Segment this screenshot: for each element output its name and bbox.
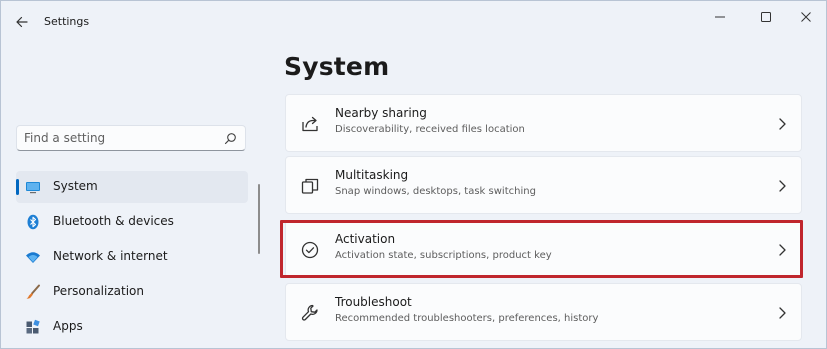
search-icon[interactable] [224,132,237,145]
close-button[interactable] [791,8,821,26]
selection-indicator [16,179,19,195]
card-title: Multitasking [335,168,409,182]
close-icon [801,12,811,22]
paintbrush-icon [26,284,40,299]
card-subtitle: Activation state, subscriptions, product… [335,250,552,261]
card-troubleshoot[interactable]: Troubleshoot Recommended troubleshooters… [285,283,802,341]
bluetooth-icon [27,214,39,230]
card-subtitle: Snap windows, desktops, task switching [335,186,536,197]
wifi-icon [26,252,40,263]
chevron-right-icon [779,244,786,256]
maximize-button[interactable] [751,8,781,26]
card-title: Troubleshoot [335,295,412,309]
search-input[interactable] [24,130,214,146]
sidebar-item-label: Apps [53,319,83,333]
sidebar-item-label: Network & internet [53,249,168,263]
chevron-right-icon [779,118,786,130]
page-title: System [284,52,390,81]
card-title: Activation [335,232,396,246]
sidebar-item-apps[interactable]: Apps [16,311,248,343]
chevron-right-icon [779,180,786,192]
sidebar-item-bluetooth[interactable]: Bluetooth & devices [16,206,248,238]
card-activation[interactable]: Activation Activation state, subscriptio… [285,220,802,278]
maximize-icon [761,12,771,22]
sidebar-item-label: Bluetooth & devices [53,214,174,228]
back-button[interactable] [13,13,31,31]
card-subtitle: Recommended troubleshooters, preferences… [335,313,599,324]
share-icon [302,116,318,132]
search-box[interactable] [16,125,246,151]
sidebar-scrollbar[interactable] [258,184,260,254]
wrench-icon [301,304,318,321]
card-multitasking[interactable]: Multitasking Snap windows, desktops, tas… [285,156,802,214]
minimize-button[interactable] [705,8,735,26]
sidebar-item-personalization[interactable]: Personalization [16,276,248,308]
chevron-right-icon [779,307,786,319]
card-title: Nearby sharing [335,106,427,120]
card-nearby-sharing[interactable]: Nearby sharing Discoverability, received… [285,94,802,152]
apps-icon [26,319,40,334]
sidebar-item-network[interactable]: Network & internet [16,241,248,273]
monitor-icon [26,182,40,194]
window-title: Settings [44,15,90,28]
sidebar-item-label: System [53,179,98,193]
arrow-left-icon [16,16,28,28]
minimize-icon [715,16,725,18]
sidebar-item-label: Personalization [53,284,144,298]
sidebar-item-system[interactable]: System [16,171,248,203]
multitasking-icon [301,178,319,194]
card-subtitle: Discoverability, received files location [335,124,525,135]
check-circle-icon [301,241,319,259]
